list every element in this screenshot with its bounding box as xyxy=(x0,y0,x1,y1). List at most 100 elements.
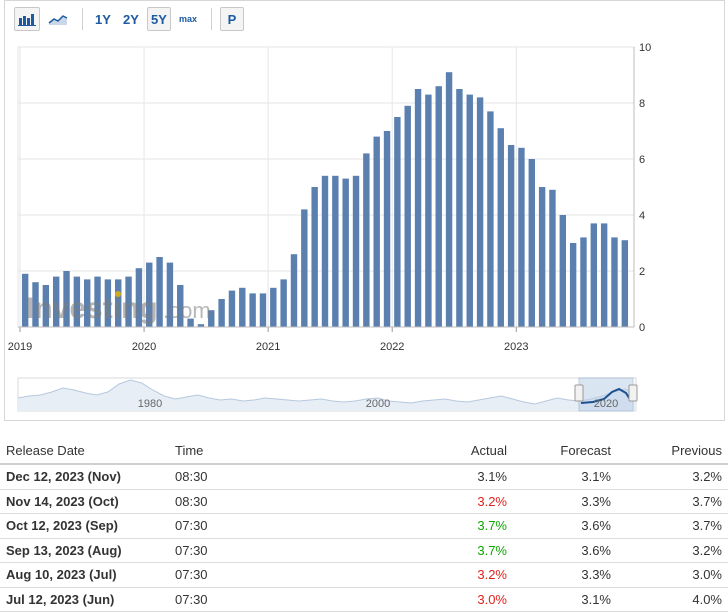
row-release-date: Jul 12, 2023 (Jun) xyxy=(0,587,169,612)
row-time: 07:30 xyxy=(169,562,331,588)
row-actual: 3.2% xyxy=(331,489,513,514)
bar[interactable] xyxy=(538,187,546,327)
bar[interactable] xyxy=(321,175,329,327)
table-row: Sep 13, 2023 (Aug) 07:30 3.7% 3.6% 3.2% xyxy=(0,538,728,563)
bar[interactable] xyxy=(621,240,629,327)
bar[interactable] xyxy=(559,215,567,327)
bar[interactable] xyxy=(383,131,391,327)
row-previous: 3.7% xyxy=(617,489,728,514)
navigator-label: 2020 xyxy=(594,398,618,410)
watermark-dot xyxy=(115,291,121,297)
y-tick-label: 4 xyxy=(639,210,645,222)
bar[interactable] xyxy=(373,136,380,327)
row-release-date: Dec 12, 2023 (Nov) xyxy=(0,464,169,490)
bar[interactable] xyxy=(435,86,442,327)
row-time: 07:30 xyxy=(169,513,331,539)
bar[interactable] xyxy=(239,287,246,327)
bar[interactable] xyxy=(311,187,318,327)
row-forecast: 3.3% xyxy=(513,489,617,514)
row-actual: 3.2% xyxy=(331,562,513,588)
watermark-suffix: .com xyxy=(163,298,211,323)
bar[interactable] xyxy=(228,290,236,327)
table-row: Jul 12, 2023 (Jun) 07:30 3.0% 3.1% 4.0% xyxy=(0,587,728,612)
watermark-brand: Investing xyxy=(26,292,158,325)
header-actual[interactable]: Actual xyxy=(331,438,513,465)
main-chart: Investing .com 0 2 4 6 8 10 2019 2020 2021 2022 20… xyxy=(8,42,651,412)
bar[interactable] xyxy=(476,97,484,328)
row-time: 08:30 xyxy=(169,489,331,514)
header-previous[interactable]: Previous xyxy=(617,438,728,465)
x-tick-label: 2022 xyxy=(380,341,404,353)
y-tick-label: 0 xyxy=(639,322,645,334)
row-actual: 3.7% xyxy=(331,513,513,539)
x-tick-label: 2021 xyxy=(256,341,280,353)
release-table: Release Date Time Actual Forecast Previo… xyxy=(0,438,728,612)
bar[interactable] xyxy=(259,293,267,327)
y-tick-label: 10 xyxy=(639,42,651,54)
y-tick-label: 8 xyxy=(639,98,645,110)
x-tick-label: 2023 xyxy=(504,341,528,353)
row-actual: 3.7% xyxy=(331,538,513,563)
table-row: Dec 12, 2023 (Nov) 08:30 3.1% 3.1% 3.2% xyxy=(0,464,728,490)
navigator-handle[interactable] xyxy=(628,384,638,402)
bar[interactable] xyxy=(507,145,515,327)
header-release-date[interactable]: Release Date xyxy=(0,438,169,465)
row-forecast: 3.1% xyxy=(513,464,617,490)
row-previous: 3.7% xyxy=(617,513,728,539)
row-release-date: Sep 13, 2023 (Aug) xyxy=(0,538,169,563)
header-forecast[interactable]: Forecast xyxy=(513,438,617,465)
bar[interactable] xyxy=(414,89,422,327)
table-row: Oct 12, 2023 (Sep) 07:30 3.7% 3.6% 3.7% xyxy=(0,513,728,539)
bar[interactable] xyxy=(332,175,339,327)
bar[interactable] xyxy=(352,175,360,327)
bar[interactable] xyxy=(249,293,256,327)
row-time: 07:30 xyxy=(169,538,331,563)
bar[interactable] xyxy=(518,147,525,327)
bar[interactable] xyxy=(590,223,598,327)
row-time: 08:30 xyxy=(169,464,331,490)
table-row: Aug 10, 2023 (Jul) 07:30 3.2% 3.3% 3.0% xyxy=(0,562,728,588)
row-release-date: Nov 14, 2023 (Oct) xyxy=(0,489,169,514)
bar[interactable] xyxy=(342,178,349,327)
bar[interactable] xyxy=(569,243,577,327)
x-tick-label: 2020 xyxy=(132,341,156,353)
row-previous: 4.0% xyxy=(617,587,728,612)
bar[interactable] xyxy=(394,117,401,327)
navigator[interactable]: 1980 2000 2020 xyxy=(17,377,638,412)
header-time[interactable]: Time xyxy=(169,438,331,465)
y-tick-label: 2 xyxy=(639,266,645,278)
bar[interactable] xyxy=(549,189,556,327)
row-actual: 3.0% xyxy=(331,587,513,612)
x-tick-label: 2019 xyxy=(8,341,32,353)
bar[interactable] xyxy=(270,287,277,327)
row-forecast: 3.1% xyxy=(513,587,617,612)
y-tick-label: 6 xyxy=(639,154,645,166)
bar[interactable] xyxy=(600,223,608,327)
bar[interactable] xyxy=(580,237,587,327)
bar[interactable] xyxy=(528,159,535,327)
bar[interactable] xyxy=(611,237,618,327)
bar[interactable] xyxy=(466,94,473,327)
table-row: Nov 14, 2023 (Oct) 08:30 3.2% 3.3% 3.7% xyxy=(0,489,728,514)
row-forecast: 3.3% xyxy=(513,562,617,588)
bar[interactable] xyxy=(445,72,453,327)
row-previous: 3.2% xyxy=(617,538,728,563)
row-time: 07:30 xyxy=(169,587,331,612)
bar[interactable] xyxy=(425,94,432,327)
bar[interactable] xyxy=(290,254,298,327)
row-forecast: 3.6% xyxy=(513,513,617,539)
bar[interactable] xyxy=(363,153,370,327)
table-header-row: Release Date Time Actual Forecast Previo… xyxy=(0,438,728,465)
bar[interactable] xyxy=(456,89,463,327)
navigator-handle[interactable] xyxy=(574,384,584,402)
row-release-date: Aug 10, 2023 (Jul) xyxy=(0,562,169,588)
bar[interactable] xyxy=(487,111,494,328)
bar[interactable] xyxy=(301,209,308,327)
bar[interactable] xyxy=(218,299,225,327)
bar[interactable] xyxy=(404,105,411,327)
row-previous: 3.2% xyxy=(617,464,728,490)
bar[interactable] xyxy=(280,279,287,327)
bar[interactable] xyxy=(497,128,504,327)
navigator-label: 2000 xyxy=(366,398,390,410)
navigator-label: 1980 xyxy=(138,398,162,410)
